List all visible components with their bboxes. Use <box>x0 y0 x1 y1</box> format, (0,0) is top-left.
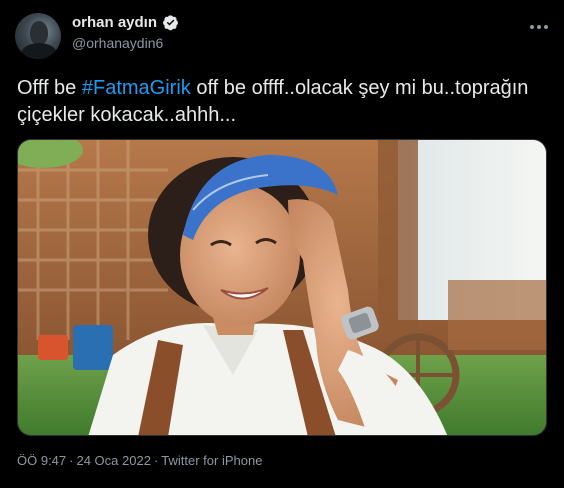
tweet-photo[interactable] <box>17 139 547 436</box>
more-dot <box>537 25 541 29</box>
tweet-source[interactable]: Twitter for iPhone <box>161 453 262 468</box>
avatar[interactable] <box>15 13 61 59</box>
tweet-time[interactable]: ÖÖ 9:47 <box>17 453 66 468</box>
verified-badge-icon <box>163 15 178 31</box>
more-options-icon[interactable] <box>530 20 550 34</box>
user-handle[interactable]: @orhanaydin6 <box>72 35 179 51</box>
tweet-text-before: Offf be <box>17 77 82 99</box>
tweet-card: orhan aydın @orhanaydin6 Offf be #FatmaG… <box>0 0 564 488</box>
meta-separator: · <box>153 453 159 468</box>
more-dot <box>530 25 534 29</box>
photo-illustration <box>18 140 546 435</box>
user-info: orhan aydın @orhanaydin6 <box>72 14 179 51</box>
tweet-text: Offf be #FatmaGirik off be offff..olacak… <box>17 75 547 129</box>
tweet-date[interactable]: 24 Oca 2022 <box>76 453 150 468</box>
avatar-face <box>30 21 48 45</box>
tweet-meta: ÖÖ 9:47 · 24 Oca 2022 · Twitter for iPhone <box>17 453 262 468</box>
hashtag-link[interactable]: #FatmaGirik <box>82 77 191 99</box>
name-row: orhan aydın <box>72 14 179 31</box>
meta-separator: · <box>69 453 74 468</box>
avatar-shoulder <box>21 43 57 59</box>
display-name[interactable]: orhan aydın <box>72 14 157 31</box>
more-dot <box>544 25 548 29</box>
